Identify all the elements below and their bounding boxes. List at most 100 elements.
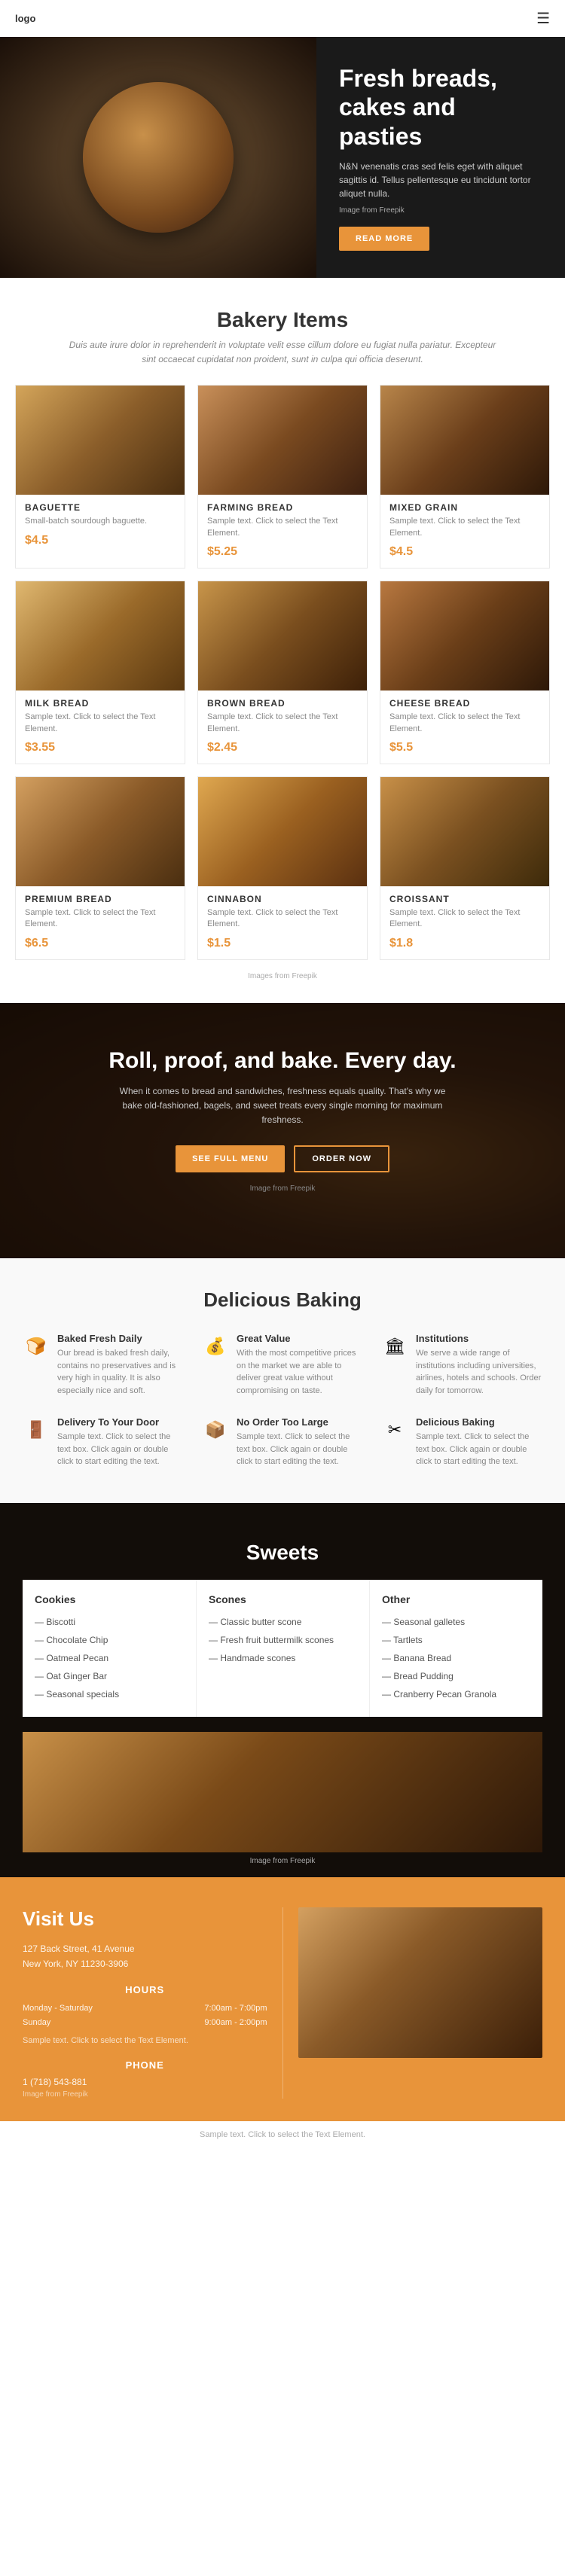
feature-desc-0: Our bread is baked fresh daily, contains…: [57, 1347, 184, 1397]
feature-item-4: 📦 No Order Too Large Sample text. Click …: [202, 1416, 363, 1473]
address-line2: New York, NY 11230-3906: [23, 1956, 267, 1971]
hero-image: [0, 37, 316, 278]
list-item: Fresh fruit buttermilk scones: [209, 1631, 357, 1649]
hours-heading: HOURS: [23, 1984, 267, 1995]
hero-bread-visual: [0, 37, 316, 278]
list-item: Classic butter scone: [209, 1613, 357, 1631]
header: logo ☰: [0, 0, 565, 37]
hours-days-1: Sunday: [23, 2016, 50, 2031]
item-desc-6: Sample text. Click to select the Text El…: [25, 907, 176, 931]
item-desc-1: Sample text. Click to select the Text El…: [207, 516, 358, 539]
order-now-button[interactable]: ORDER NOW: [294, 1145, 389, 1172]
sweets-grid: Cookies Biscotti Chocolate Chip Oatmeal …: [23, 1580, 542, 1717]
delicious-baking-section: Delicious Baking 🍞 Baked Fresh Daily Our…: [0, 1258, 565, 1503]
item-price-5: $5.5: [389, 741, 540, 755]
see-full-menu-button[interactable]: SEE FULL MENU: [176, 1145, 285, 1172]
feature-item-2: 🏛 Institutions We serve a wide range of …: [381, 1333, 542, 1401]
list-item: Cranberry Pecan Granola: [382, 1685, 530, 1703]
item-card: PREMIUM BREAD Sample text. Click to sele…: [15, 776, 185, 960]
bake-section: Roll, proof, and bake. Every day. When i…: [0, 1003, 565, 1259]
list-item: Bread Pudding: [382, 1667, 530, 1685]
hours-note: Sample text. Click to select the Text El…: [23, 2034, 267, 2049]
bread-circle-decoration: [83, 82, 234, 233]
hours-time-1: 9:00am - 2:00pm: [204, 2016, 267, 2031]
item-price-2: $4.5: [389, 545, 540, 559]
sweets-col-heading-0: Cookies: [35, 1593, 184, 1605]
feature-desc-2: We serve a wide range of institutions in…: [416, 1347, 542, 1397]
sweets-col-heading-2: Other: [382, 1593, 530, 1605]
item-price-4: $2.45: [207, 741, 358, 755]
hours-row-1: Sunday 9:00am - 2:00pm: [23, 2016, 267, 2031]
sweets-title: Sweets: [23, 1541, 542, 1565]
sweets-col-heading-1: Scones: [209, 1593, 357, 1605]
item-desc-2: Sample text. Click to select the Text El…: [389, 516, 540, 539]
item-image-milk: [16, 581, 185, 690]
item-name-0: BAGUETTE: [25, 502, 176, 513]
feature-title-4: No Order Too Large: [237, 1416, 363, 1428]
item-name-2: MIXED GRAIN: [389, 502, 540, 513]
sweets-col-scones: Scones Classic butter scone Fresh fruit …: [196, 1580, 369, 1717]
hamburger-icon[interactable]: ☰: [536, 9, 550, 28]
item-price-6: $6.5: [25, 937, 176, 950]
bakery-section-title: Bakery Items: [15, 308, 550, 332]
hours-time-0: 7:00am - 7:00pm: [204, 2001, 267, 2017]
phone-note: Image from Freepik: [23, 2090, 267, 2099]
item-name-5: CHEESE BREAD: [389, 698, 540, 709]
list-item: Oat Ginger Bar: [35, 1667, 184, 1685]
item-image-croissant: [380, 777, 549, 886]
hero-title: Fresh breads, cakes and pasties: [339, 64, 542, 151]
item-card: CHEESE BREAD Sample text. Click to selec…: [380, 581, 550, 764]
feature-item-0: 🍞 Baked Fresh Daily Our bread is baked f…: [23, 1333, 184, 1401]
sweets-col-list-1: Classic butter scone Fresh fruit butterm…: [209, 1613, 357, 1667]
item-image-premium: [16, 777, 185, 886]
hero-description: N&N venenatis cras sed felis eget with a…: [339, 160, 542, 200]
bakery-images-credit: Images from Freepik: [15, 972, 550, 980]
feature-item-3: 🚪 Delivery To Your Door Sample text. Cli…: [23, 1416, 184, 1473]
item-image-baguette: [16, 386, 185, 495]
visit-section: Visit Us 127 Back Street, 41 Avenue New …: [0, 1877, 565, 2121]
feature-title-3: Delivery To Your Door: [57, 1416, 184, 1428]
sweets-col-other: Other Seasonal galletes Tartlets Banana …: [369, 1580, 542, 1717]
logo: logo: [15, 13, 35, 24]
item-name-7: CINNABON: [207, 894, 358, 904]
item-desc-7: Sample text. Click to select the Text El…: [207, 907, 358, 931]
item-card: MIXED GRAIN Sample text. Click to select…: [380, 385, 550, 569]
item-name-6: PREMIUM BREAD: [25, 894, 176, 904]
item-image-brown: [198, 581, 367, 690]
list-item: Seasonal specials: [35, 1685, 184, 1703]
item-image-mixed-grain: [380, 386, 549, 495]
read-more-button[interactable]: READ MORE: [339, 227, 429, 251]
phone-heading: PHONE: [23, 2059, 267, 2071]
item-card: BROWN BREAD Sample text. Click to select…: [197, 581, 368, 764]
feature-item-5: ✂ Delicious Baking Sample text. Click to…: [381, 1416, 542, 1473]
delivery-icon: 🚪: [23, 1416, 50, 1443]
item-price-7: $1.5: [207, 937, 358, 950]
item-card: BAGUETTE Small-batch sourdough baguette.…: [15, 385, 185, 569]
item-image-cheese: [380, 581, 549, 690]
sweets-image-credit: Image from Freepik: [23, 1852, 542, 1877]
bake-image-credit: Image from Freepik: [250, 1183, 316, 1195]
great-value-icon: 💰: [202, 1333, 229, 1360]
baked-fresh-icon: 🍞: [23, 1333, 50, 1360]
bakery-section-subtitle: Duis aute irure dolor in reprehenderit i…: [64, 338, 501, 367]
visit-info: Visit Us 127 Back Street, 41 Avenue New …: [23, 1907, 283, 2099]
sweets-bottom-image: [23, 1732, 542, 1852]
item-desc-4: Sample text. Click to select the Text El…: [207, 712, 358, 735]
feature-item-1: 💰 Great Value With the most competitive …: [202, 1333, 363, 1401]
item-image-farming: [198, 386, 367, 495]
feature-title-2: Institutions: [416, 1333, 542, 1344]
footer-text: Sample text. Click to select the Text El…: [200, 2130, 365, 2139]
sweets-col-cookies: Cookies Biscotti Chocolate Chip Oatmeal …: [23, 1580, 196, 1717]
hero-section: Fresh breads, cakes and pasties N&N vene…: [0, 37, 565, 278]
item-price-3: $3.55: [25, 741, 176, 755]
item-card: FARMING BREAD Sample text. Click to sele…: [197, 385, 368, 569]
address-line1: 127 Back Street, 41 Avenue: [23, 1941, 267, 1956]
bake-buttons: SEE FULL MENU ORDER NOW: [176, 1145, 389, 1172]
feature-title-1: Great Value: [237, 1333, 363, 1344]
item-name-8: CROISSANT: [389, 894, 540, 904]
feature-desc-3: Sample text. Click to select the text bo…: [57, 1431, 184, 1468]
item-desc-8: Sample text. Click to select the Text El…: [389, 907, 540, 931]
sweets-col-list-0: Biscotti Chocolate Chip Oatmeal Pecan Oa…: [35, 1613, 184, 1703]
item-card: CROISSANT Sample text. Click to select t…: [380, 776, 550, 960]
hours-row-0: Monday - Saturday 7:00am - 7:00pm: [23, 2001, 267, 2017]
